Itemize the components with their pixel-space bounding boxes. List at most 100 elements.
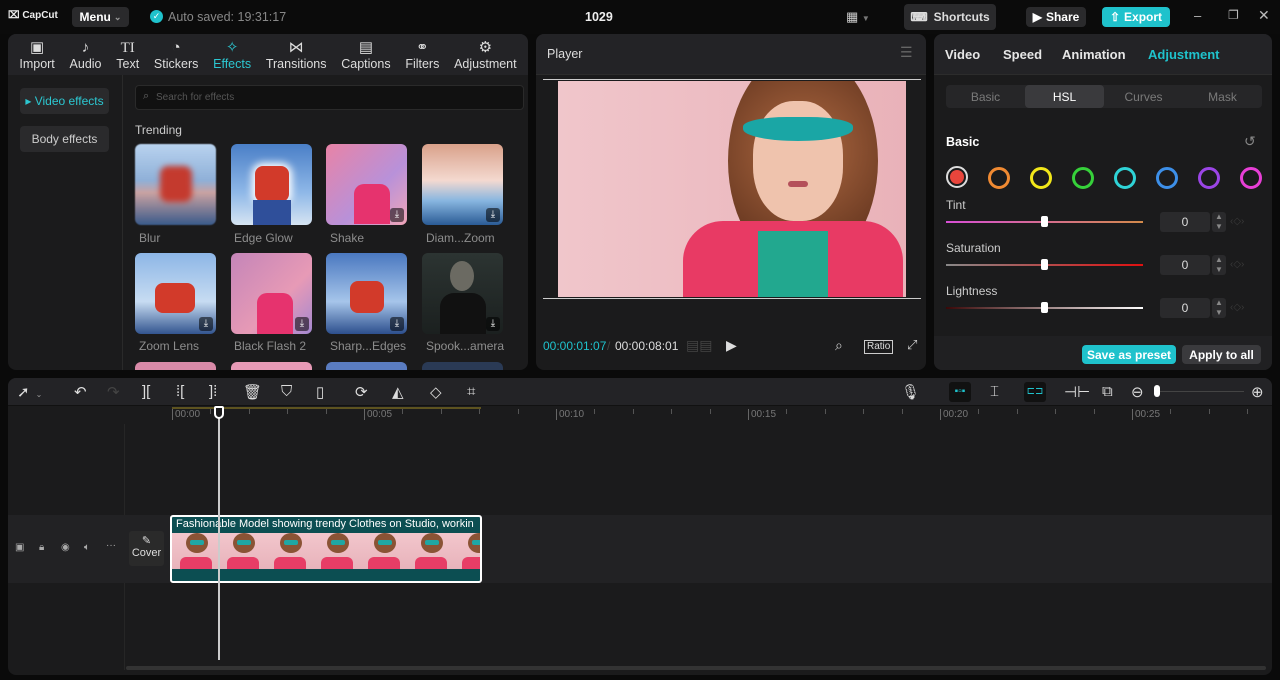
keyframe-icon[interactable]: ‹◇›	[1230, 216, 1244, 227]
redo-icon[interactable]: ↷	[107, 383, 120, 401]
category-video-effects[interactable]: ▸ Video effects	[20, 88, 109, 114]
download-icon[interactable]: ⤓	[390, 317, 404, 331]
select-cursor-icon[interactable]: ➚ ⌄	[17, 383, 42, 401]
subtab-hsl[interactable]: HSL	[1025, 85, 1104, 108]
menu-button[interactable]: Menu ⌄	[72, 7, 129, 27]
tab-adjustment[interactable]: ⚙ Adjustment	[454, 34, 517, 75]
track-video-icon[interactable]: ▣	[15, 542, 24, 553]
crop-icon[interactable]: ⌗	[467, 383, 475, 400]
lightness-value-input[interactable]: 0	[1160, 298, 1210, 318]
effect-thumb-partial[interactable]	[231, 362, 312, 370]
hamburger-menu-icon[interactable]: ☰	[900, 44, 913, 61]
tint-slider-handle[interactable]	[1041, 216, 1048, 227]
video-clip[interactable]: Fashionable Model showing trendy Clothes…	[170, 515, 482, 583]
play-button[interactable]: ▶	[726, 337, 737, 354]
tab-captions[interactable]: ▤ Captions	[341, 34, 390, 75]
keyframe-icon[interactable]: ‹◇›	[1230, 259, 1244, 270]
tint-value-input[interactable]: 0	[1160, 212, 1210, 232]
tab-audio[interactable]: ♪ Audio	[70, 34, 102, 75]
lock-icon[interactable]: 🔒︎	[39, 542, 44, 553]
download-icon[interactable]: ⤓	[199, 317, 213, 331]
download-icon[interactable]: ⤓	[390, 208, 404, 222]
category-body-effects[interactable]: Body effects	[20, 126, 109, 152]
saturation-value-input[interactable]: 0	[1160, 255, 1210, 275]
shortcuts-button[interactable]: ⌨ Shortcuts	[904, 4, 996, 30]
rotate-icon[interactable]: ◇	[430, 383, 442, 401]
subtab-basic[interactable]: Basic	[946, 85, 1025, 108]
swatch-green[interactable]	[1072, 167, 1094, 189]
tint-stepper[interactable]: ▲ ▼	[1212, 212, 1226, 232]
restore-icon[interactable]: ❐	[1228, 8, 1239, 22]
delete-icon[interactable]: 🗑︎	[243, 383, 262, 401]
saturation-slider-handle[interactable]	[1041, 259, 1048, 270]
download-icon[interactable]: ⤓	[295, 317, 309, 331]
freeze-frame-icon[interactable]: ▯	[316, 383, 324, 401]
cover-button[interactable]: ✎ Cover	[129, 531, 164, 566]
tab-import[interactable]: ▣ Import	[19, 34, 54, 75]
reverse-icon[interactable]: ⟳	[355, 383, 368, 401]
zoom-preview-icon[interactable]: ⌕	[835, 337, 843, 354]
tab-effects[interactable]: ✧ Effects	[213, 34, 251, 75]
effect-black-flash-2[interactable]: ⤓	[231, 253, 312, 334]
effect-thumb-partial[interactable]	[135, 362, 216, 370]
saturation-stepper[interactable]: ▲ ▼	[1212, 255, 1226, 275]
swatch-cyan[interactable]	[1114, 167, 1136, 189]
more-icon[interactable]: ···	[106, 540, 116, 551]
zoom-slider[interactable]	[1160, 391, 1244, 392]
effect-sharp-edges[interactable]: ⤓	[326, 253, 407, 334]
marker-icon[interactable]: ⛉	[281, 383, 292, 400]
effects-search-input[interactable]: ⌕ Search for effects	[135, 85, 524, 110]
playhead[interactable]	[218, 414, 220, 660]
download-icon[interactable]: ⤓	[486, 208, 500, 222]
tab-filters[interactable]: ⚭ Filters	[405, 34, 439, 75]
keyframe-icon[interactable]: ‹◇›	[1230, 302, 1244, 313]
linkage-icon[interactable]: ⊏⊐	[1024, 382, 1046, 402]
share-button[interactable]: ▶ Share	[1026, 7, 1086, 27]
tab-adjustment-active[interactable]: Adjustment	[1148, 47, 1220, 62]
split-left-icon[interactable]: ⁞[	[176, 383, 184, 400]
eye-icon[interactable]: ◉	[61, 542, 70, 553]
tab-stickers[interactable]: ◔ Stickers	[154, 34, 198, 75]
subtab-mask[interactable]: Mask	[1183, 85, 1262, 108]
lightness-stepper[interactable]: ▲ ▼	[1212, 298, 1226, 318]
save-as-preset-button[interactable]: Save as preset	[1082, 345, 1176, 364]
effect-spooky-camera[interactable]: ⤓	[422, 253, 503, 334]
main-track-magnet-icon[interactable]: ▪▫▪	[949, 382, 971, 402]
download-icon[interactable]: ⤓	[486, 317, 500, 331]
swatch-yellow[interactable]	[1030, 167, 1052, 189]
tab-transitions[interactable]: ⋈ Transitions	[266, 34, 327, 75]
timeline-zoom-fit-icon[interactable]: ⧉	[1102, 383, 1113, 400]
effect-thumb-partial[interactable]	[422, 362, 503, 370]
effect-shake[interactable]: ⤓	[326, 144, 407, 225]
playhead-handle[interactable]	[214, 406, 224, 419]
tab-animation[interactable]: Animation	[1062, 47, 1126, 62]
zoom-in-icon[interactable]: ⊕	[1251, 383, 1264, 401]
swatch-magenta[interactable]	[1240, 167, 1262, 189]
split-right-icon[interactable]: ]⁞	[209, 383, 217, 400]
tab-video[interactable]: Video	[945, 47, 980, 62]
preview-axis-icon[interactable]: ⊣⊢	[1064, 383, 1090, 401]
subtab-curves[interactable]: Curves	[1104, 85, 1183, 108]
swatch-blue[interactable]	[1156, 167, 1178, 189]
close-icon[interactable]: ✕	[1258, 7, 1270, 24]
zoom-out-icon[interactable]: ⊖	[1131, 383, 1144, 401]
fullscreen-icon[interactable]: ⤢	[907, 337, 917, 353]
horizontal-scrollbar[interactable]	[126, 666, 1266, 670]
swatch-red[interactable]	[946, 166, 968, 188]
layout-icon[interactable]: ▦ ▼	[846, 9, 870, 25]
effect-edge-glow[interactable]	[231, 144, 312, 225]
effect-zoom-lens[interactable]: ⤓	[135, 253, 216, 334]
lightness-slider-handle[interactable]	[1041, 302, 1048, 313]
auto-snap-icon[interactable]: ⌶	[990, 383, 999, 400]
minimize-icon[interactable]: –	[1194, 8, 1201, 23]
tab-text[interactable]: TI Text	[116, 34, 139, 75]
volume-icon[interactable]: 🔈︎	[84, 542, 90, 553]
reset-icon[interactable]: ↺	[1244, 133, 1256, 150]
microphone-icon[interactable]: 🎙︎	[901, 383, 920, 401]
export-button[interactable]: ⇧ Export	[1102, 7, 1170, 27]
tab-speed[interactable]: Speed	[1003, 47, 1042, 62]
effect-blur[interactable]	[135, 144, 216, 225]
mirror-icon[interactable]: ◭	[392, 383, 404, 401]
apply-to-all-button[interactable]: Apply to all	[1182, 345, 1261, 364]
swatch-purple[interactable]	[1198, 167, 1220, 189]
